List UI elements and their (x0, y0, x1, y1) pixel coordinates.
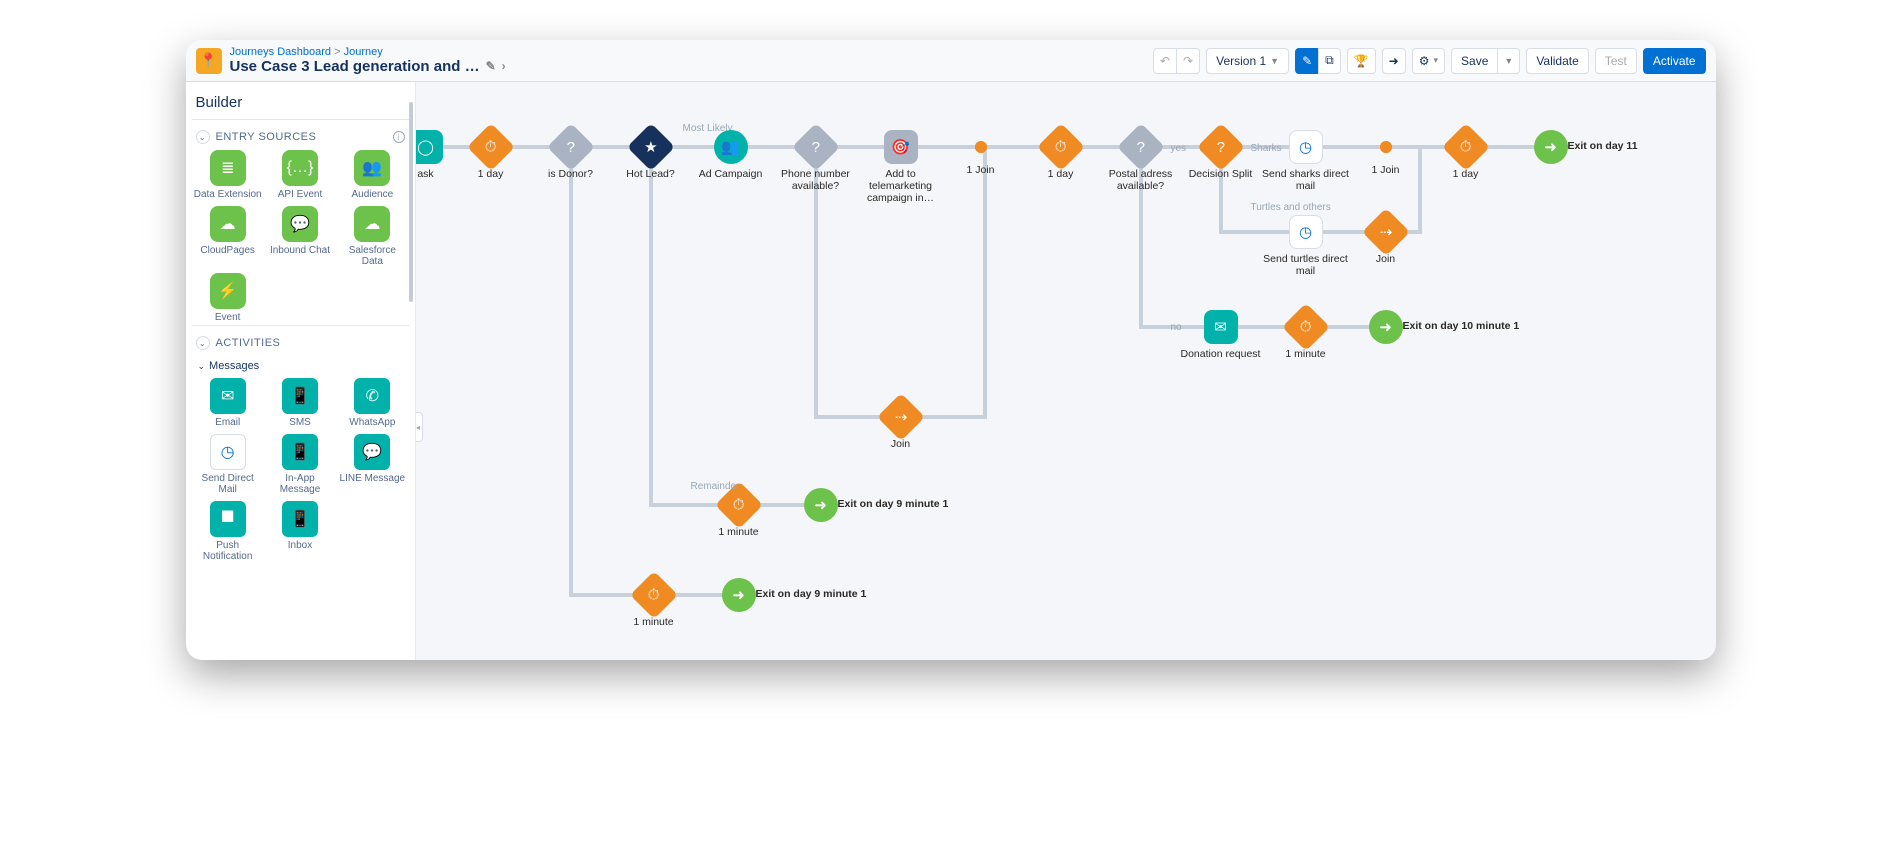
chevron-right-icon: › (502, 60, 506, 74)
save-menu-button[interactable]: ▼ (1497, 48, 1520, 74)
palette-audience[interactable]: 👥Audience (338, 150, 406, 200)
canvas-node-tele[interactable]: 🎯Add to telemarketing campaign in… (856, 130, 946, 204)
goal-button[interactable]: 🏆 (1347, 48, 1376, 74)
palette-email[interactable]: ✉Email (194, 378, 262, 428)
canvas-node-d1[interactable]: ?is Donor? (526, 130, 616, 180)
chevron-down-icon: ⌄ (196, 130, 210, 144)
palette-send-direct-mail[interactable]: ◷Send Direct Mail (194, 434, 262, 495)
version-dropdown[interactable]: Version 1▼ (1206, 48, 1289, 74)
canvas-node-wm3[interactable]: ⏱1 minute (609, 578, 699, 628)
layers-button[interactable]: ⧉ (1318, 48, 1341, 74)
canvas-node-don[interactable]: ✉Donation request (1176, 310, 1266, 360)
sidebar-title: Builder (196, 94, 405, 111)
activate-button[interactable]: Activate (1643, 48, 1706, 74)
palette-in-app-message[interactable]: 📱In-App Message (266, 434, 334, 495)
subsection-messages[interactable]: ⌄Messages (194, 356, 407, 378)
edit-title-icon[interactable]: ✎ (486, 60, 496, 74)
palette-line-message[interactable]: 💬LINE Message (338, 434, 406, 495)
palette-push-notification[interactable]: ⯀Push Notification (194, 501, 262, 562)
info-icon[interactable]: i (393, 131, 405, 143)
canvas-node-sharks[interactable]: ◷Send sharks direct mail (1261, 130, 1351, 192)
canvas-node-postal[interactable]: ?Postal adress available?yesno (1096, 130, 1186, 192)
validate-button[interactable]: Validate (1526, 48, 1588, 74)
test-button[interactable]: Test (1595, 48, 1637, 74)
palette-api-event[interactable]: {…}API Event (266, 150, 334, 200)
palette-inbound-chat[interactable]: 💬Inbound Chat (266, 206, 334, 267)
palette-cloudpages[interactable]: ☁CloudPages (194, 206, 262, 267)
canvas-node-ad[interactable]: 👥Ad Campaign (686, 130, 776, 180)
canvas-node-wm2[interactable]: ⏱1 minuteRemainder (694, 488, 784, 538)
app-icon: 📍 (196, 48, 222, 74)
palette-inbox[interactable]: 📱Inbox (266, 501, 334, 562)
undo-button[interactable]: ↶ (1153, 48, 1177, 74)
canvas-node-exit9b[interactable]: ➜Exit on day 9 minute 1 (694, 578, 784, 616)
canvas-node-w1[interactable]: ⏱1 day (446, 130, 536, 180)
palette-salesforce-data[interactable]: ☁Salesforce Data (338, 206, 406, 267)
settings-button[interactable]: ⚙▾ (1412, 48, 1445, 74)
sidebar: Builder ⌄ ENTRY SOURCES i ≣Data Extensio… (186, 82, 416, 660)
breadcrumb[interactable]: Journeys Dashboard > Journey (230, 46, 1153, 59)
canvas-node-dsplit[interactable]: ?Decision SplitSharksTurtles and others (1176, 130, 1266, 180)
palette-event[interactable]: ⚡Event (194, 273, 262, 323)
canvas-node-w2[interactable]: ⏱1 day (1016, 130, 1106, 180)
section-entry-sources[interactable]: ⌄ ENTRY SOURCES i (194, 126, 407, 150)
canvas-node-turtles[interactable]: ◷Send turtles direct mail (1261, 215, 1351, 277)
chevron-down-icon: ⌄ (196, 336, 210, 350)
redo-button[interactable]: ↷ (1176, 48, 1200, 74)
canvas-node-exit9a[interactable]: ➜Exit on day 9 minute 1 (776, 488, 866, 526)
map-button[interactable]: ✎ (1295, 48, 1319, 74)
canvas-node-wm1[interactable]: ⏱1 minute (1261, 310, 1351, 360)
palette-whatsapp[interactable]: ✆WhatsApp (338, 378, 406, 428)
save-button[interactable]: Save (1451, 48, 1498, 74)
canvas-node-j2[interactable]: 1 Join (1341, 130, 1431, 176)
canvas-node-phone[interactable]: ?Phone number available? (771, 130, 861, 192)
canvas-node-hot[interactable]: ★Hot Lead?Most Likely (606, 130, 696, 180)
section-activities[interactable]: ⌄ ACTIVITIES (194, 332, 407, 356)
canvas-node-exit10[interactable]: ➜Exit on day 10 minute 1 (1341, 310, 1431, 348)
page-title: Use Case 3 Lead generation and … (230, 58, 480, 75)
canvas-node-j1[interactable]: 1 Join (936, 130, 1026, 176)
palette-sms[interactable]: 📱SMS (266, 378, 334, 428)
exit-button[interactable]: ➜ (1382, 48, 1406, 74)
journey-canvas[interactable]: ◂ ◯ask⏱1 day?is Donor?★Hot Lead?Most Lik… (416, 82, 1716, 660)
canvas-node-w3[interactable]: ⏱1 day (1421, 130, 1511, 180)
canvas-node-exit11[interactable]: ➜Exit on day 11 (1506, 130, 1596, 168)
palette-data-extension[interactable]: ≣Data Extension (194, 150, 262, 200)
canvas-node-joinb[interactable]: ⇢Join (856, 400, 946, 450)
canvas-node-join[interactable]: ⇢Join (1341, 215, 1431, 265)
